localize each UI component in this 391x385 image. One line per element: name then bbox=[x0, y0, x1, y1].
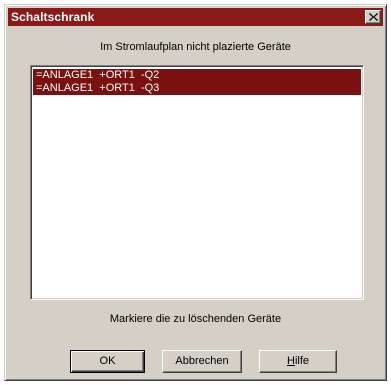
ok-button-label: OK bbox=[99, 355, 116, 367]
list-item[interactable]: =ANLAGE1 +ORT1 -Q3 bbox=[33, 82, 361, 95]
close-button[interactable] bbox=[365, 10, 381, 24]
schaltschrank-dialog: Schaltschrank Im Stromlaufplan nicht pla… bbox=[4, 4, 387, 381]
close-icon bbox=[369, 13, 378, 21]
cancel-button[interactable]: Abbrechen bbox=[162, 350, 242, 373]
device-listbox[interactable]: =ANLAGE1 +ORT1 -Q2 =ANLAGE1 +ORT1 -Q3 bbox=[30, 65, 364, 300]
hint-text: Markiere die zu löschenden Geräte bbox=[109, 313, 282, 325]
cancel-button-label: Abbrechen bbox=[175, 355, 229, 367]
help-button-label: Hilfe bbox=[286, 355, 309, 367]
ok-button[interactable]: OK bbox=[70, 350, 145, 373]
list-heading: Im Stromlaufplan nicht plazierte Geräte bbox=[100, 41, 291, 53]
window-title: Schaltschrank bbox=[11, 10, 95, 24]
list-item[interactable]: =ANLAGE1 +ORT1 -Q2 bbox=[33, 69, 361, 82]
help-button[interactable]: Hilfe bbox=[259, 350, 337, 373]
title-bar[interactable]: Schaltschrank bbox=[8, 8, 383, 26]
